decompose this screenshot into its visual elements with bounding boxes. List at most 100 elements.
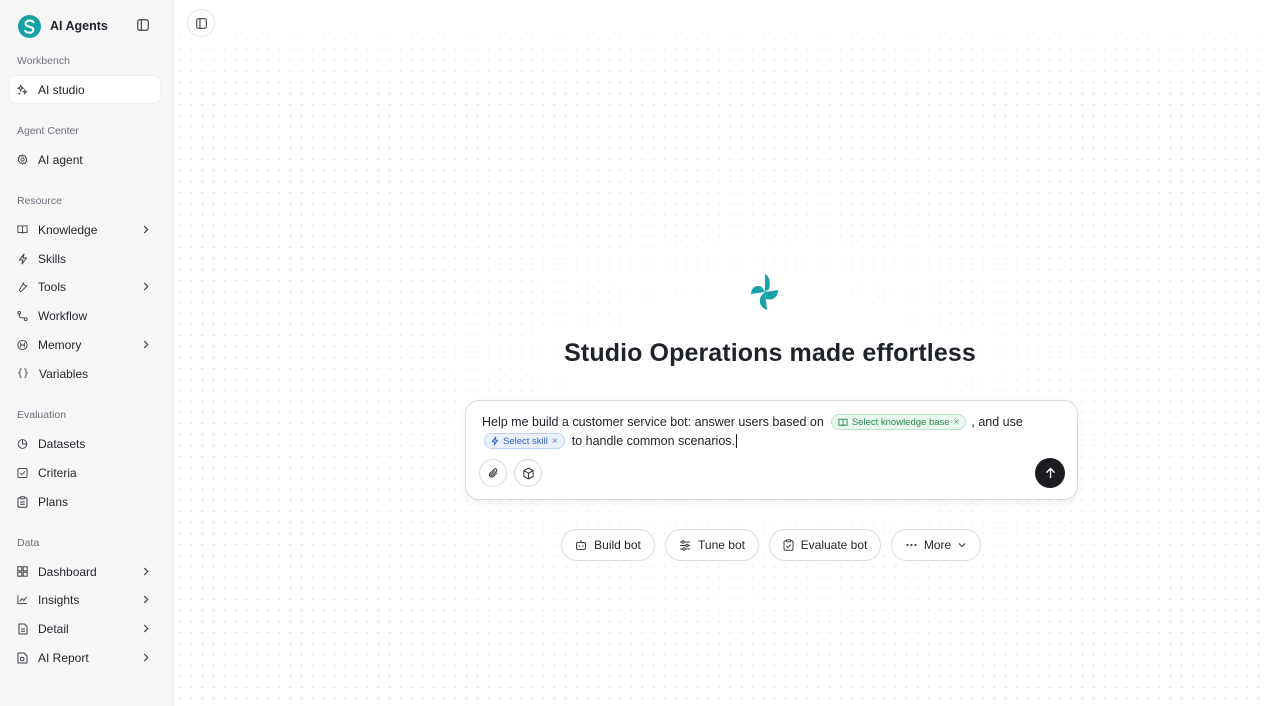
skill-chip-label: Select skill (503, 435, 548, 447)
sidebar-item-dashboard[interactable]: Dashboard (10, 558, 160, 585)
prompt-line-2: Select skill × to handle common scenario… (480, 433, 737, 449)
sidebar-item-label: Knowledge (38, 222, 98, 237)
section-label-evaluation: Evaluation (17, 409, 67, 421)
book-icon (17, 224, 28, 235)
cube-icon (522, 467, 534, 479)
lightning-icon (17, 253, 28, 264)
sidebar-item-label: Memory (38, 337, 82, 352)
paperclip-icon (488, 467, 497, 478)
chevron-down-icon (958, 543, 966, 548)
sidebar-item-label: Skills (38, 251, 67, 266)
chevron-right-icon (141, 281, 151, 291)
attach-button[interactable] (479, 459, 507, 487)
sidebar-item-detail[interactable]: Detail (10, 615, 160, 642)
robot-icon (576, 540, 587, 550)
section-label-agent-center: Agent Center (17, 125, 79, 137)
sliders-icon (680, 539, 691, 551)
sidebar-item-ai-agent[interactable]: AI agent (10, 146, 160, 173)
sidebar-item-ai-report[interactable]: AI Report (10, 644, 160, 671)
sidebar-item-workflow[interactable]: Workflow (10, 302, 160, 329)
build-bot-button[interactable]: Build bot (561, 529, 655, 561)
chip-remove-icon[interactable]: × (954, 417, 960, 428)
clipboard-icon (17, 495, 28, 508)
section-label-resource: Resource (17, 195, 62, 207)
sidebar-item-label: Plans (38, 494, 69, 509)
sidebar-item-datasets[interactable]: Datasets (10, 430, 160, 457)
lightning-icon (491, 436, 499, 446)
sidebar-item-label: Workflow (38, 308, 88, 323)
brand-name: AI Agents (50, 19, 108, 33)
gear-icon (17, 154, 28, 165)
page-title: Studio Operations made effortless (564, 339, 976, 367)
sidebar-item-plans[interactable]: Plans (10, 488, 160, 515)
braces-icon: {} (16, 368, 30, 379)
clipboard-check-icon (783, 539, 794, 551)
line-chart-icon (17, 594, 28, 605)
chip-remove-icon[interactable]: × (552, 436, 558, 447)
prompt-text: , and use (971, 415, 1023, 429)
chevron-right-icon (141, 594, 151, 604)
tune-bot-button[interactable]: Tune bot (665, 529, 759, 561)
document-icon (17, 623, 28, 634)
sidebar-item-label: Detail (38, 621, 69, 636)
memory-icon (17, 339, 28, 350)
component-button[interactable] (514, 459, 542, 487)
section-label-workbench: Workbench (17, 55, 70, 67)
more-button[interactable]: More (891, 529, 981, 561)
sidebar-item-tools[interactable]: Tools (10, 273, 160, 300)
main-content: Studio Operations made effortless Help m… (175, 0, 1266, 706)
sidebar-item-label: Insights (38, 592, 80, 607)
sidebar-item-variables[interactable]: {} Variables (10, 360, 160, 387)
action-label: Evaluate bot (800, 538, 868, 552)
wrench-icon (17, 281, 28, 292)
sidebar-item-label: Variables (39, 366, 89, 381)
evaluate-bot-button[interactable]: Evaluate bot (769, 529, 881, 561)
action-label: More (923, 538, 952, 552)
pie-icon (17, 438, 28, 449)
brand-logo (18, 14, 41, 38)
sidebar-item-label: Criteria (38, 465, 77, 480)
action-label: Tune bot (698, 538, 745, 552)
checkbox-icon (17, 467, 28, 478)
send-button[interactable] (1035, 458, 1065, 488)
chevron-right-icon (141, 224, 151, 234)
prompt-line-1: Help me build a customer service bot: an… (482, 414, 1023, 430)
sidebar: AI Agents Workbench AI studio Agent Cent… (0, 0, 174, 706)
workflow-icon (17, 310, 28, 321)
skill-chip[interactable]: Select skill × (484, 433, 565, 449)
prompt-text: Help me build a customer service bot: an… (482, 415, 824, 429)
section-label-data: Data (17, 537, 40, 549)
sidebar-item-memory[interactable]: Memory (10, 331, 160, 358)
sidebar-item-criteria[interactable]: Criteria (10, 459, 160, 486)
sidebar-item-knowledge[interactable]: Knowledge (10, 216, 160, 243)
brand[interactable]: AI Agents (18, 14, 108, 38)
grid-icon (17, 566, 28, 577)
chevron-right-icon (141, 623, 151, 633)
panel-toggle-icon[interactable] (187, 9, 215, 37)
action-label: Build bot (594, 538, 641, 552)
sidebar-collapse-icon[interactable] (136, 18, 150, 32)
chevron-right-icon (141, 652, 151, 662)
sidebar-item-skills[interactable]: Skills (10, 245, 160, 272)
sidebar-item-insights[interactable]: Insights (10, 586, 160, 613)
chevron-right-icon (141, 566, 151, 576)
sidebar-item-label: Tools (38, 279, 67, 294)
knowledge-base-chip-label: Select knowledge base (851, 416, 950, 428)
sidebar-item-label: Dashboard (38, 564, 97, 579)
text-caret (736, 434, 737, 448)
sidebar-item-label: Datasets (38, 436, 86, 451)
ellipsis-icon (906, 543, 917, 547)
book-icon (838, 418, 848, 426)
sidebar-item-label: AI Report (38, 650, 89, 665)
prompt-composer[interactable]: Help me build a customer service bot: an… (465, 400, 1078, 500)
prompt-text: to handle common scenarios. (571, 434, 735, 448)
chevron-right-icon (141, 339, 151, 349)
report-icon (17, 652, 28, 663)
sidebar-item-label: AI agent (38, 152, 83, 167)
knowledge-base-chip[interactable]: Select knowledge base × (830, 414, 967, 430)
sparkles-icon (17, 83, 28, 95)
sidebar-item-ai-studio[interactable]: AI studio (10, 76, 160, 103)
sidebar-item-label: AI studio (38, 82, 85, 97)
arrow-up-icon (1045, 467, 1055, 479)
product-logo-icon (751, 274, 778, 310)
